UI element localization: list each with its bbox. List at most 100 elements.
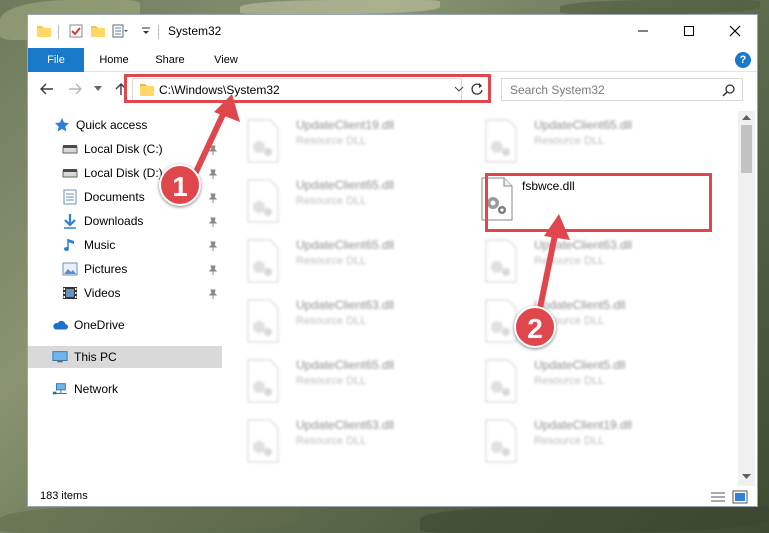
forward-button[interactable] [66,80,84,98]
separator [158,25,159,39]
file-item[interactable]: UpdateClient63.dll Resource DLL [462,233,692,289]
address-bar-highlight [124,74,491,103]
search-icon[interactable] [722,83,736,100]
title-bar: System32 [28,15,757,48]
maximize-button[interactable] [666,15,712,47]
properties-icon[interactable] [68,23,84,39]
close-button[interactable] [712,15,757,47]
sidebar-item-label: Quick access [76,118,148,132]
file-item[interactable]: UpdateClient19.dll Resource DLL [462,413,692,469]
sidebar-item-label: Local Disk (D:) [84,166,163,180]
dll-file-icon [484,299,518,343]
back-button[interactable] [38,80,56,98]
music-icon [62,237,78,253]
minimize-button[interactable] [620,15,666,47]
vertical-scrollbar[interactable] [738,111,755,486]
pictures-icon [62,261,78,277]
pin-icon[interactable] [208,240,218,254]
tab-share[interactable]: Share [144,48,196,72]
search-input[interactable]: Search System32 [510,83,605,97]
item-count: 183 items [40,490,88,502]
file-item[interactable]: UpdateClient63.dll Resource DLL [224,413,454,469]
file-name: UpdateClient19.dll [296,118,395,132]
separator [58,25,59,39]
file-type: Resource DLL [296,315,367,327]
tab-home[interactable]: Home [88,48,140,72]
computer-icon [52,349,68,365]
sidebar-item-onedrive[interactable]: OneDrive [28,314,222,336]
file-item[interactable]: UpdateClient5.dll Resource DLL [462,353,692,409]
dll-file-icon [246,179,280,223]
new-folder-icon[interactable] [90,23,106,39]
file-name: UpdateClient63.dll [296,298,395,312]
customize-toolbar-icon[interactable] [112,23,128,39]
chevron-down-icon[interactable] [140,25,156,41]
sidebar-item-label: Documents [84,190,145,204]
sidebar-item-pictures[interactable]: Pictures [28,258,222,280]
sidebar-item-local-disk-c[interactable]: Local Disk (C:) [28,138,222,160]
folder-icon [36,23,52,39]
sidebar-item-label: OneDrive [74,318,125,332]
pin-icon[interactable] [208,288,218,302]
dll-file-icon [246,239,280,283]
file-type: Resource DLL [296,375,367,387]
sidebar-item-label: This PC [74,350,117,364]
download-icon [62,213,78,229]
file-item[interactable]: UpdateClient19.dll Resource DLL [224,113,454,169]
file-item[interactable]: UpdateClient65.dll Resource DLL [224,353,454,409]
tab-file[interactable]: File [28,48,84,72]
cloud-icon [52,317,68,333]
large-icons-view-icon[interactable] [732,490,748,504]
pin-icon[interactable] [208,192,218,206]
file-item[interactable]: UpdateClient65.dll Resource DLL [462,113,692,169]
file-item[interactable]: UpdateClient65.dll Resource DLL [224,173,454,229]
sidebar-item-label: Network [74,382,119,396]
videos-icon [62,285,78,301]
sidebar-item-videos[interactable]: Videos [28,282,222,304]
dll-file-icon [246,419,280,463]
callout-2: 2 [514,306,556,348]
sidebar-item-quick-access[interactable]: Quick access [28,114,222,136]
file-name: UpdateClient19.dll [534,418,633,432]
file-type: Resource DLL [296,255,367,267]
scroll-up-arrow[interactable] [741,113,752,123]
sidebar-item-this-pc[interactable]: This PC [28,346,222,368]
search-box[interactable]: Search System32 [501,78,743,101]
file-highlight [485,173,712,232]
file-item[interactable]: UpdateClient63.dll Resource DLL [224,293,454,349]
sidebar-item-music[interactable]: Music [28,234,222,256]
file-type: Resource DLL [534,375,605,387]
sidebar-item-label: Pictures [84,262,128,276]
drive-icon [62,165,78,181]
details-view-icon[interactable] [710,490,726,504]
tab-view[interactable]: View [200,48,252,72]
callout-1: 1 [159,164,201,206]
background-foliage [0,505,300,533]
file-item[interactable]: UpdateClient5.dll Resource DLL [462,293,692,349]
scroll-thumb[interactable] [741,125,752,173]
recent-locations-button[interactable] [92,80,104,98]
pin-icon[interactable] [208,144,218,158]
file-type: Resource DLL [296,135,367,147]
drive-icon [62,141,78,157]
file-item[interactable]: UpdateClient65.dll Resource DLL [224,233,454,289]
sidebar-item-label: Music [84,238,116,252]
pin-icon[interactable] [208,216,218,230]
help-button[interactable]: ? [735,52,751,68]
file-type: Resource DLL [534,135,605,147]
file-type: Resource DLL [534,435,605,447]
sidebar-item-network[interactable]: Network [28,378,222,400]
network-icon [52,381,68,397]
file-name: UpdateClient63.dll [296,418,395,432]
documents-icon [62,189,78,205]
file-name: UpdateClient65.dll [296,238,395,252]
dll-file-icon [246,119,280,163]
pin-icon[interactable] [208,168,218,182]
file-type: Resource DLL [296,195,367,207]
sidebar-item-label: Downloads [84,214,144,228]
ribbon-tabs: File Home Share View ? [28,48,757,72]
background-foliage [560,0,760,14]
sidebar-item-downloads[interactable]: Downloads [28,210,222,232]
pin-icon[interactable] [208,264,218,278]
scroll-down-arrow[interactable] [741,473,752,483]
